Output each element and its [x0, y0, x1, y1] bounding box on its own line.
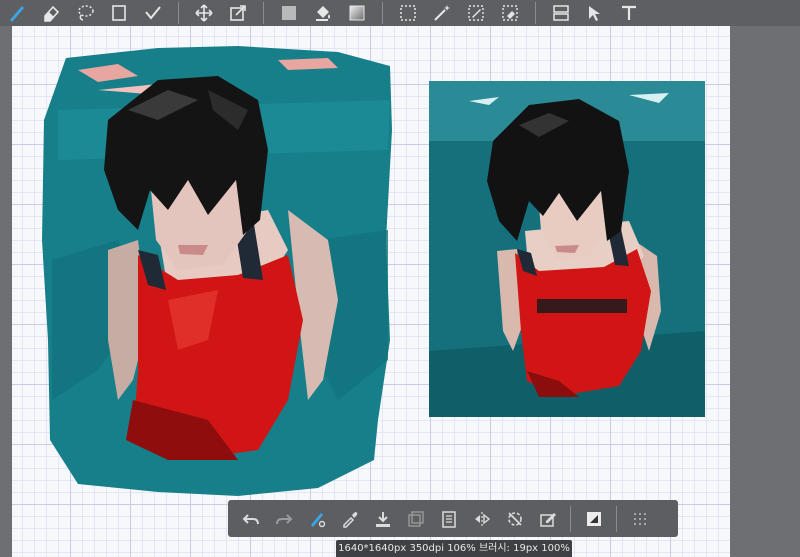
pen-select-icon[interactable]	[463, 0, 489, 26]
layer-icon[interactable]	[579, 504, 609, 534]
eyedropper-icon[interactable]	[335, 504, 365, 534]
marquee-icon[interactable]	[395, 0, 421, 26]
toolbar-divider	[382, 2, 383, 24]
illustration-artwork[interactable]	[38, 40, 398, 500]
edit-icon[interactable]	[533, 504, 563, 534]
check-icon[interactable]	[140, 0, 166, 26]
lasso-icon[interactable]	[72, 0, 98, 26]
eraser-icon[interactable]	[38, 0, 64, 26]
fill-icon[interactable]	[276, 0, 302, 26]
cursor-icon[interactable]	[582, 0, 608, 26]
move-icon[interactable]	[191, 0, 217, 26]
toolbar-divider	[570, 505, 571, 532]
brush-settings-icon[interactable]	[302, 504, 332, 534]
brush-icon[interactable]	[4, 0, 30, 26]
canvas-margin	[730, 24, 800, 557]
reference-photo[interactable]	[429, 81, 705, 417]
bottom-toolbar	[228, 500, 678, 537]
status-bar: 1640*1640px 350dpi 106% 브러시: 19px 100%	[336, 540, 572, 557]
transform-icon[interactable]	[225, 0, 251, 26]
magic-wand-icon[interactable]	[429, 0, 455, 26]
redo-icon[interactable]	[269, 504, 299, 534]
rectangle-icon[interactable]	[106, 0, 132, 26]
panel-icon[interactable]	[548, 0, 574, 26]
rotate-icon[interactable]	[500, 504, 530, 534]
toolbar-divider	[263, 2, 264, 24]
document-icon[interactable]	[434, 504, 464, 534]
top-toolbar	[0, 0, 800, 26]
flip-icon[interactable]	[467, 504, 497, 534]
erase-select-icon[interactable]	[497, 0, 523, 26]
gradient-icon[interactable]	[344, 0, 370, 26]
undo-icon[interactable]	[236, 504, 266, 534]
copy-icon[interactable]	[401, 504, 431, 534]
toolbar-divider	[535, 2, 536, 24]
toolbar-divider	[178, 2, 179, 24]
download-icon[interactable]	[368, 504, 398, 534]
text-icon[interactable]	[616, 0, 642, 26]
bucket-icon[interactable]	[310, 0, 336, 26]
grid-icon[interactable]	[625, 504, 655, 534]
toolbar-divider	[616, 505, 617, 532]
